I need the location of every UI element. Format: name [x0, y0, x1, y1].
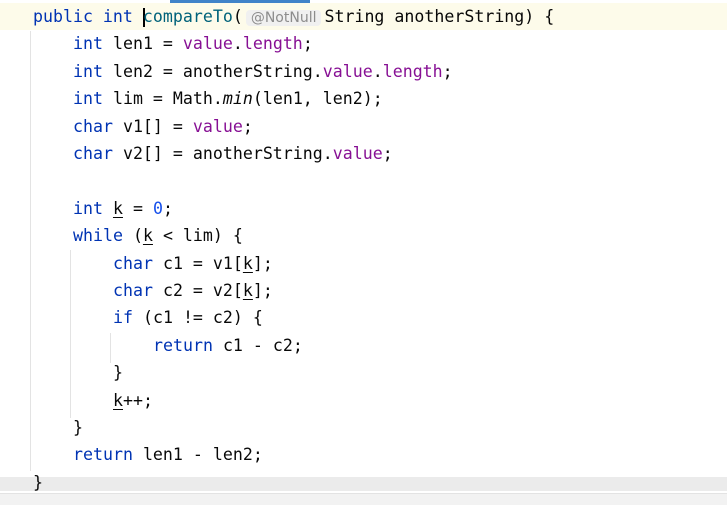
code-token: int — [73, 198, 113, 218]
code-line[interactable]: int k = 0; — [73, 195, 173, 222]
code-token: ]; — [252, 281, 273, 300]
closing-brace-line-highlight — [0, 477, 727, 491]
code-token: len1 = — [112, 34, 183, 54]
code-token: ; — [302, 34, 313, 54]
code-token: < lim) { — [152, 226, 243, 246]
code-token: v2[] = anotherString. — [122, 144, 333, 163]
code-token: value — [332, 144, 383, 163]
code-token: lim = Math. — [112, 89, 223, 109]
code-token: length — [242, 34, 303, 54]
parameter-annotation-hint: @NotNull — [245, 10, 322, 26]
code-line[interactable]: int len1 = value.length; — [73, 30, 313, 57]
code-token: v1[] = — [122, 116, 193, 136]
code-token: ]; — [252, 253, 273, 273]
code-token: ( — [132, 226, 143, 246]
code-line[interactable]: int lim = Math.min(len1, len2); — [73, 85, 383, 112]
code-token: } — [33, 472, 43, 492]
code-line[interactable]: if (c1 != c2) { — [113, 304, 263, 331]
code-token: ; — [242, 116, 253, 136]
code-token: k — [242, 281, 253, 300]
code-line[interactable]: public int compareTo(@NotNull String anot… — [33, 3, 554, 30]
code-token: (len1, len2); — [252, 89, 383, 109]
code-line[interactable]: return c1 - c2; — [153, 332, 303, 359]
code-token: ; — [442, 61, 453, 81]
code-token: while — [73, 226, 133, 246]
code-token: public int — [33, 7, 143, 26]
code-token: min — [222, 89, 253, 109]
code-token: k — [242, 253, 253, 273]
code-token: char — [73, 116, 123, 136]
code-line[interactable]: } — [33, 469, 43, 496]
code-token: (c1 != c2) { — [142, 308, 263, 328]
code-token: ++; — [123, 390, 153, 410]
code-token: value — [322, 61, 373, 81]
code-token: = — [122, 198, 153, 218]
code-line[interactable]: int len2 = anotherString.value.length; — [73, 58, 453, 85]
code-token: c1 - c2; — [222, 335, 303, 355]
code-token: return — [153, 335, 223, 355]
indent-guide — [70, 250, 71, 418]
code-token: c2 = v2[ — [162, 281, 243, 300]
code-token: char — [113, 281, 163, 300]
code-token: ; — [382, 144, 393, 163]
code-token: int — [73, 34, 113, 54]
code-line[interactable]: char v2[] = anotherString.value; — [73, 140, 393, 167]
code-token: int — [73, 89, 113, 109]
code-line[interactable]: char v1[] = value; — [73, 113, 253, 140]
code-token: compareTo — [142, 7, 233, 26]
code-token: length — [382, 61, 443, 81]
code-token: value — [192, 116, 243, 136]
code-token: 0 — [152, 198, 163, 218]
code-token: String anotherString) { — [324, 7, 555, 26]
code-token: . — [372, 61, 383, 81]
indent-guide — [30, 31, 31, 471]
horizontal-scrollbar[interactable] — [0, 493, 727, 505]
code-token: . — [232, 34, 243, 54]
code-line[interactable]: char c1 = v1[k]; — [113, 250, 273, 277]
code-token: k — [113, 390, 123, 410]
indent-guide — [110, 333, 111, 363]
code-token: } — [113, 363, 123, 383]
code-token: ( — [232, 7, 243, 26]
code-token: k — [112, 198, 123, 218]
code-line[interactable]: return len1 - len2; — [73, 441, 263, 468]
code-line[interactable]: char c2 = v2[k]; — [113, 277, 273, 304]
code-token: len1 - len2; — [142, 445, 263, 465]
code-line[interactable]: } — [113, 359, 123, 386]
code-token: char — [113, 253, 163, 273]
code-token: ; — [162, 198, 173, 218]
code-token: if — [113, 308, 143, 328]
code-token: len2 = anotherString. — [112, 61, 323, 81]
code-token: value — [182, 34, 233, 54]
code-token: char — [73, 144, 123, 163]
code-line[interactable]: } — [73, 414, 83, 441]
code-line[interactable]: k++; — [113, 387, 153, 414]
code-token: int — [73, 61, 113, 81]
code-token: } — [73, 418, 83, 437]
code-token: return — [73, 445, 143, 465]
code-token: k — [142, 226, 153, 246]
code-token: c1 = v1[ — [162, 253, 243, 273]
code-line[interactable]: while (k < lim) { — [73, 222, 243, 249]
